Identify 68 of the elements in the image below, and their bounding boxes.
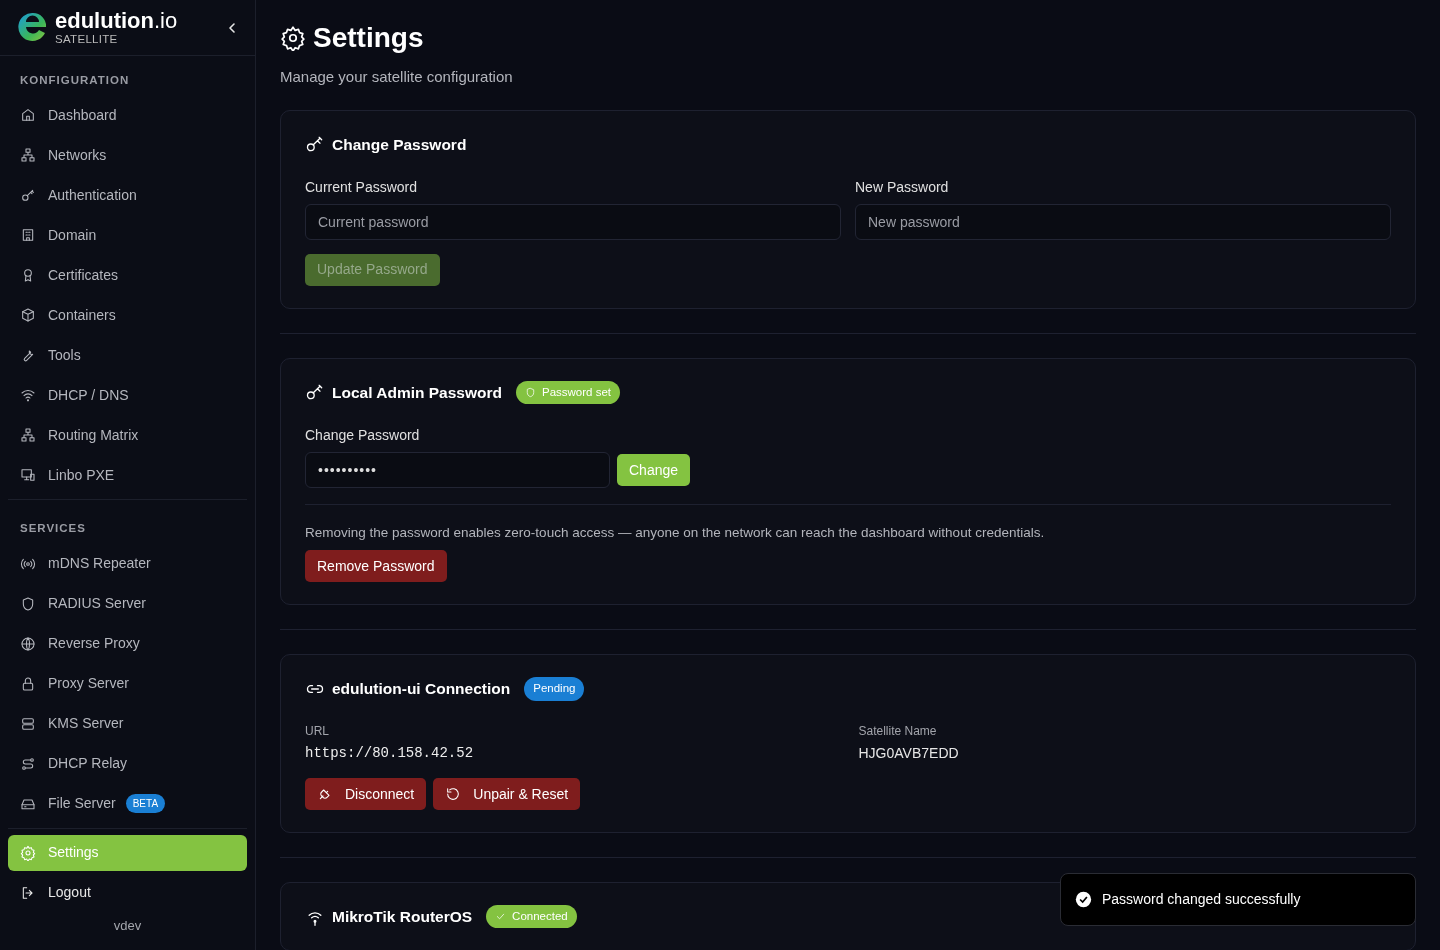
network-icon: [20, 427, 36, 444]
sidebar-item[interactable]: Networks: [8, 137, 247, 174]
sidebar-item[interactable]: Proxy Server: [8, 665, 247, 702]
wifi-icon: [20, 387, 36, 404]
check-circle-icon: [1075, 891, 1092, 908]
action-button[interactable]: Unpair & Reset: [433, 778, 581, 810]
box-icon: [20, 307, 36, 324]
beta-badge: BETA: [125, 794, 166, 813]
sidebar-item[interactable]: RADIUS Server: [8, 585, 247, 622]
sidebar-item[interactable]: Dashboard: [8, 97, 247, 134]
sidebar-item[interactable]: Domain: [8, 217, 247, 254]
sidebar-item[interactable]: Linbo PXE: [8, 457, 247, 494]
card-title: Change Password: [332, 134, 467, 155]
card-title: edulution-ui Connection: [332, 679, 511, 700]
field-label: URL: [305, 722, 330, 740]
shield-icon: [20, 595, 36, 612]
route-icon: [20, 755, 36, 772]
plug-icon: [317, 786, 333, 802]
sidebar-item[interactable]: Certificates: [8, 257, 247, 294]
version-label: vdev: [112, 917, 143, 935]
lock-icon: [20, 675, 36, 692]
monitor-icon: [20, 467, 36, 484]
sidebar-item[interactable]: DHCP Relay: [8, 745, 247, 782]
warning-text: Removing the password enables zero-touch access — anyone on the network can reach the dashboard without credentials.: [305, 524, 1046, 542]
brand-subtitle: SATELLITE: [55, 33, 119, 46]
sidebar-item[interactable]: File Server BETA: [8, 785, 247, 822]
status-badge: Password set: [515, 380, 620, 404]
sidebar-item[interactable]: Tools: [8, 337, 247, 374]
field-label: Satellite Name: [858, 722, 938, 740]
settings-icon: [280, 25, 306, 51]
sidebar-item[interactable]: Logout: [8, 874, 247, 911]
settings-icon: [20, 844, 36, 861]
status-badge: Pending: [524, 677, 585, 701]
sidebar-item[interactable]: mDNS Repeater: [8, 545, 247, 582]
sidebar-item[interactable]: DHCP / DNS: [8, 377, 247, 414]
sidebar-item[interactable]: Authentication: [8, 177, 247, 214]
page-title: Settings: [313, 24, 424, 52]
collapse-icon[interactable]: [227, 21, 237, 34]
field-label: Change Password: [305, 426, 421, 445]
page-subtitle: Manage your satellite configuration: [280, 67, 514, 87]
home-icon: [20, 107, 36, 124]
section-title: KONFIGURATION: [19, 73, 131, 88]
globe-icon: [20, 635, 36, 652]
password-field[interactable]: Current password: [305, 203, 841, 240]
sidebar-item[interactable]: KMS Server: [8, 705, 247, 742]
url-value: https://80.158.42.52: [305, 744, 475, 763]
password-field[interactable]: ••••••••••: [305, 452, 610, 488]
field-label: Current Password: [305, 177, 419, 197]
reset-icon: [445, 786, 462, 802]
password-field[interactable]: New password: [855, 203, 1391, 240]
toast-message: Password changed successfully: [1102, 890, 1301, 909]
brand-name: edulution.io: [55, 9, 178, 32]
card-title: Local Admin Password: [332, 382, 502, 403]
section-title: SERVICES: [19, 521, 87, 537]
status-badge: Connected: [486, 905, 577, 929]
network-icon: [20, 147, 36, 164]
building-icon: [20, 227, 36, 244]
sidebar-item[interactable]: Containers: [8, 297, 247, 334]
sidebar-item[interactable]: Routing Matrix: [8, 417, 247, 454]
shield-icon: [524, 386, 536, 398]
server-icon: [20, 715, 36, 732]
remove-password-button[interactable]: Remove Password: [305, 550, 447, 583]
satellite-name: HJG0AVB7EDD: [858, 744, 960, 763]
card-title: MikroTik RouterOS: [332, 907, 473, 927]
key-icon: [20, 187, 36, 204]
sidebar-item[interactable]: Reverse Proxy: [8, 625, 247, 662]
action-button[interactable]: Disconnect: [305, 778, 427, 810]
field-label: New Password: [855, 177, 950, 197]
